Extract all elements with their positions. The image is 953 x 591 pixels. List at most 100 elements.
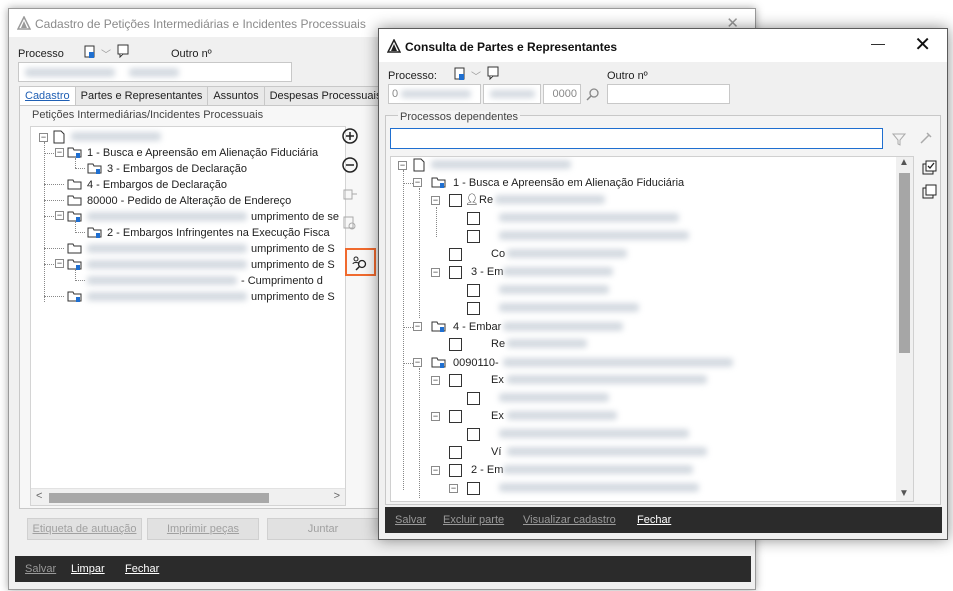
checkbox[interactable] [467, 302, 480, 315]
process-type-icon[interactable] [83, 44, 97, 60]
tree-item[interactable]: umprimento de se [251, 209, 339, 225]
document-search-icon[interactable] [341, 214, 359, 232]
checkbox[interactable] [449, 410, 462, 423]
checkbox[interactable] [449, 266, 462, 279]
collapse-icon[interactable]: − [55, 259, 64, 268]
clear-filter-icon[interactable] [918, 131, 933, 146]
search-parties-icon[interactable] [351, 254, 369, 272]
checkbox[interactable] [467, 284, 480, 297]
checkbox[interactable] [467, 230, 480, 243]
close-icon[interactable]: ✕ [914, 32, 931, 57]
tree-item[interactable]: Ex [491, 408, 504, 424]
tree-item[interactable]: Re [491, 336, 505, 352]
vertical-scrollbar[interactable]: ▲ ▼ [896, 157, 913, 501]
tree-item[interactable]: 3 - Em [471, 264, 503, 280]
note-icon[interactable] [487, 66, 500, 80]
tree-item[interactable]: umprimento de S [251, 241, 335, 257]
tree-item[interactable]: 4 - Embar [453, 319, 501, 335]
arrow-right-icon[interactable]: > [334, 490, 340, 502]
tab-assuntos[interactable]: Assuntos [207, 86, 265, 105]
petitions-footer: Salvar Limpar Fechar [15, 556, 751, 582]
processo-part1-input[interactable]: 0 [388, 84, 481, 104]
remove-icon[interactable] [341, 156, 359, 174]
collapse-icon[interactable]: − [431, 412, 440, 421]
tab-partes[interactable]: Partes e Representantes [74, 86, 209, 105]
excluir-parte-button[interactable]: Excluir parte [443, 514, 504, 526]
collapse-icon[interactable]: − [398, 161, 407, 170]
imprimir-button[interactable]: Imprimir peças [147, 518, 259, 540]
tree-item[interactable]: Re [479, 192, 493, 208]
scroll-thumb[interactable] [899, 173, 910, 353]
minimize-icon[interactable]: — [871, 35, 885, 51]
checkbox[interactable] [467, 212, 480, 225]
processo-input[interactable] [18, 62, 292, 82]
check-all-icon[interactable] [922, 160, 937, 175]
juntar-button[interactable]: Juntar [267, 518, 379, 540]
collapse-icon[interactable]: − [55, 211, 64, 220]
horizontal-scrollbar[interactable]: < > [31, 488, 345, 505]
tree-item[interactable]: umprimento de S [251, 289, 335, 305]
tree-item[interactable]: Ví [491, 444, 501, 460]
outro-input[interactable] [607, 84, 730, 104]
tree-item[interactable]: umprimento de S [251, 257, 335, 273]
tree-item[interactable]: 3 - Embargos de Declaração [107, 161, 247, 177]
fechar-button[interactable]: Fechar [125, 563, 159, 575]
chevron-down-icon[interactable]: ﹀ [101, 46, 111, 61]
checkbox[interactable] [467, 392, 480, 405]
collapse-icon[interactable]: − [449, 484, 458, 493]
collapse-icon[interactable]: − [413, 358, 422, 367]
arrow-down-icon[interactable]: ▼ [899, 488, 909, 499]
checkbox[interactable] [449, 194, 462, 207]
tree-item[interactable]: Co [491, 246, 505, 262]
app-logo-icon [387, 39, 401, 53]
collapse-icon[interactable]: − [431, 196, 440, 205]
collapse-icon[interactable]: − [431, 376, 440, 385]
filter-icon[interactable] [892, 132, 906, 146]
checkbox[interactable] [467, 428, 480, 441]
processo-part3-input[interactable]: 0000 [543, 84, 581, 104]
limpar-button[interactable]: Limpar [71, 563, 105, 575]
tree-item[interactable]: 1 - Busca e Apreensão em Alienação Fiduc… [87, 145, 318, 161]
arrow-up-icon[interactable]: ▲ [899, 157, 909, 168]
collapse-icon[interactable]: − [431, 268, 440, 277]
tree-item[interactable]: 1 - Busca e Apreensão em Alienação Fiduc… [453, 175, 684, 191]
move-icon[interactable] [341, 185, 359, 203]
checkbox[interactable] [449, 446, 462, 459]
checkbox[interactable] [449, 338, 462, 351]
tree-item[interactable]: 4 - Embargos de Declaração [87, 177, 227, 193]
tree-item[interactable]: Ex [491, 372, 504, 388]
tree-item[interactable]: - Cumprimento d [241, 273, 323, 289]
salvar-button[interactable]: Salvar [25, 563, 56, 575]
tree-item[interactable]: 80000 - Pedido de Alteração de Endereço [87, 193, 291, 209]
collapse-icon[interactable]: − [39, 133, 48, 142]
petitions-tree[interactable]: − − 1 - Busca e Apreensão em Alienação F… [30, 126, 346, 506]
dependent-processes-tree[interactable]: − − 1 - Busca e Apreensão em Alienação F… [390, 156, 914, 502]
salvar-button[interactable]: Salvar [395, 514, 426, 526]
note-icon[interactable] [117, 44, 130, 58]
tree-item[interactable]: 2 - Em [471, 462, 503, 478]
chevron-down-icon[interactable]: ﹀ [471, 68, 481, 83]
search-icon[interactable] [586, 87, 600, 101]
checkbox[interactable] [467, 482, 480, 495]
checkbox[interactable] [449, 464, 462, 477]
filter-input[interactable] [390, 128, 883, 149]
tab-cadastro[interactable]: Cadastro [19, 86, 76, 106]
checkbox[interactable] [449, 374, 462, 387]
arrow-left-icon[interactable]: < [36, 490, 42, 502]
fechar-button[interactable]: Fechar [637, 514, 671, 526]
collapse-icon[interactable]: − [413, 322, 422, 331]
scroll-thumb[interactable] [49, 493, 269, 503]
collapse-icon[interactable]: − [55, 148, 64, 157]
processo-part2-input[interactable] [483, 84, 541, 104]
etiqueta-button[interactable]: Etiqueta de autuação [27, 518, 142, 540]
tab-despesas[interactable]: Despesas Processuais [263, 86, 388, 105]
checkbox[interactable] [449, 248, 462, 261]
add-icon[interactable] [341, 127, 359, 145]
uncheck-all-icon[interactable] [922, 184, 937, 199]
tree-item[interactable]: 0090110- [453, 355, 499, 371]
process-type-icon[interactable] [453, 66, 467, 82]
tree-item[interactable]: 2 - Embargos Infringentes na Execução Fi… [107, 225, 330, 241]
collapse-icon[interactable]: − [431, 466, 440, 475]
visualizar-cadastro-button[interactable]: Visualizar cadastro [523, 514, 616, 526]
collapse-icon[interactable]: − [413, 178, 422, 187]
